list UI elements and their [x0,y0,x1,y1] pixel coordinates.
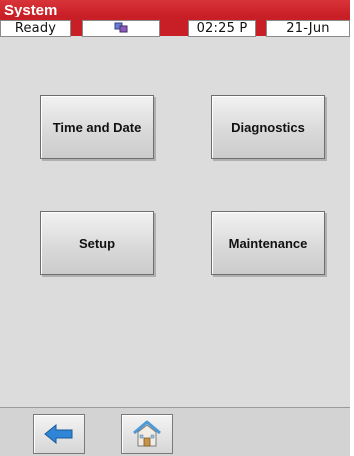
status-time-label: 02:25 P [196,21,248,36]
back-arrow-icon [44,424,73,444]
diagnostics-label: Diagnostics [231,119,305,135]
right-edge [350,0,354,456]
home-button[interactable] [121,414,173,454]
diagnostics-button[interactable]: Diagnostics [211,95,325,159]
setup-button[interactable]: Setup [40,211,154,275]
back-button[interactable] [33,414,85,454]
time-and-date-button[interactable]: Time and Date [40,95,154,159]
status-time: 02:25 P [188,20,256,37]
status-date: 21-Jun [266,20,350,37]
maintenance-label: Maintenance [228,235,308,251]
status-state-label: Ready [14,21,57,36]
status-date-label: 21-Jun [286,21,330,36]
status-state: Ready [0,20,71,37]
system-screen: System Ready 02:25 P 21-Jun Time and Dat… [0,0,350,456]
setup-label: Setup [78,235,116,251]
maintenance-button[interactable]: Maintenance [211,211,325,275]
status-icon-cell [82,20,160,37]
network-icon [114,22,128,32]
home-icon [133,420,161,447]
time-and-date-label: Time and Date [52,119,142,135]
